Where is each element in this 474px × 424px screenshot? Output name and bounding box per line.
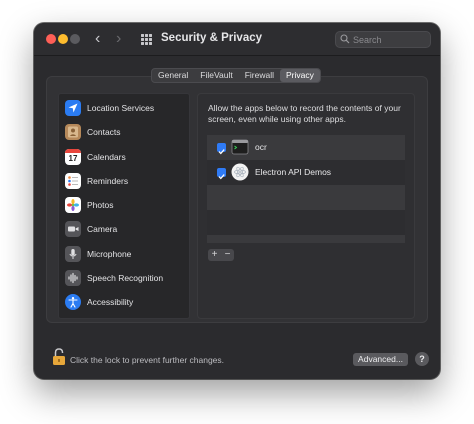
electron-app-icon — [231, 163, 249, 181]
calendar-day-number: 17 — [68, 154, 78, 163]
sidebar-item-label: Location Services — [87, 103, 155, 113]
sidebar-item-contacts[interactable]: Contacts — [65, 123, 185, 143]
sidebar-item-photos[interactable]: Photos — [65, 196, 185, 216]
search-field[interactable] — [335, 31, 431, 48]
forward-button[interactable]: › — [116, 30, 121, 48]
show-all-grid-icon[interactable] — [141, 34, 152, 45]
minimize-window-button[interactable] — [58, 34, 68, 44]
title-bar: ‹ › Security & Privacy — [34, 23, 440, 56]
sidebar-item-label: Contacts — [87, 127, 121, 137]
app-checkbox[interactable] — [217, 143, 226, 155]
empty-list-row — [207, 210, 405, 235]
add-remove-control: + − — [208, 249, 234, 261]
sidebar-item-label: Calendars — [87, 152, 126, 162]
privacy-category-list: Location Services Contacts 17 Calendars — [58, 93, 190, 319]
app-checkbox[interactable] — [217, 168, 226, 180]
security-privacy-window: ‹ › Security & Privacy General FileVault… — [34, 23, 440, 379]
lock-icon[interactable] — [52, 348, 66, 366]
tab-firewall[interactable]: Firewall — [239, 69, 280, 82]
photos-icon — [65, 197, 81, 213]
back-button[interactable]: ‹ — [95, 30, 100, 48]
tab-bar: General FileVault Firewall Privacy — [151, 68, 321, 83]
help-button[interactable]: ? — [415, 352, 429, 366]
tab-filevault[interactable]: FileVault — [194, 69, 238, 82]
sidebar-item-microphone[interactable]: Microphone — [65, 245, 185, 265]
zoom-window-button[interactable] — [70, 34, 80, 44]
tab-privacy[interactable]: Privacy — [279, 69, 320, 82]
sidebar-item-label: Microphone — [87, 249, 132, 259]
sidebar-item-speech-recognition[interactable]: Speech Recognition — [65, 269, 185, 289]
checkmark-icon — [218, 149, 225, 155]
list-item[interactable]: Electron API Demos — [207, 160, 405, 185]
app-name: ocr — [255, 142, 267, 152]
sidebar-item-label: Accessibility — [87, 297, 134, 307]
sidebar-item-reminders[interactable]: Reminders — [65, 172, 185, 192]
sidebar-item-location-services[interactable]: Location Services — [65, 99, 185, 119]
calendar-icon: 17 — [65, 149, 81, 165]
window-title: Security & Privacy — [161, 32, 263, 44]
sidebar-item-accessibility[interactable]: Accessibility — [65, 293, 185, 313]
terminal-app-icon — [231, 139, 249, 155]
sidebar-item-label: Photos — [87, 200, 114, 210]
remove-app-button[interactable]: − — [221, 249, 234, 261]
lock-status-text: Click the lock to prevent further change… — [70, 355, 225, 365]
sidebar-item-label: Reminders — [87, 176, 129, 186]
search-icon — [340, 34, 350, 44]
empty-list-row — [207, 185, 405, 210]
contacts-icon — [65, 124, 81, 140]
checkmark-icon — [218, 174, 225, 180]
close-window-button[interactable] — [46, 34, 56, 44]
microphone-icon — [65, 246, 81, 262]
reminders-icon — [65, 173, 81, 189]
sidebar-item-label: Camera — [87, 224, 118, 234]
camera-icon — [65, 221, 81, 237]
list-item[interactable]: ocr — [207, 135, 405, 160]
accessibility-icon — [65, 294, 81, 310]
sidebar-item-label: Speech Recognition — [87, 273, 164, 283]
tab-general[interactable]: General — [152, 69, 194, 82]
screen-recording-description: Allow the apps below to record the conte… — [208, 103, 401, 124]
empty-list-row — [207, 235, 405, 243]
app-permission-list: ocr Electron API Demos — [207, 135, 405, 243]
sidebar-item-camera[interactable]: Camera — [65, 220, 185, 240]
search-input[interactable] — [353, 32, 427, 47]
sidebar-item-calendars[interactable]: 17 Calendars — [65, 148, 185, 168]
location-icon — [65, 100, 81, 116]
advanced-button[interactable]: Advanced... — [353, 353, 408, 366]
app-name: Electron API Demos — [255, 167, 332, 177]
add-app-button[interactable]: + — [208, 249, 221, 261]
speech-recognition-icon — [65, 270, 81, 286]
